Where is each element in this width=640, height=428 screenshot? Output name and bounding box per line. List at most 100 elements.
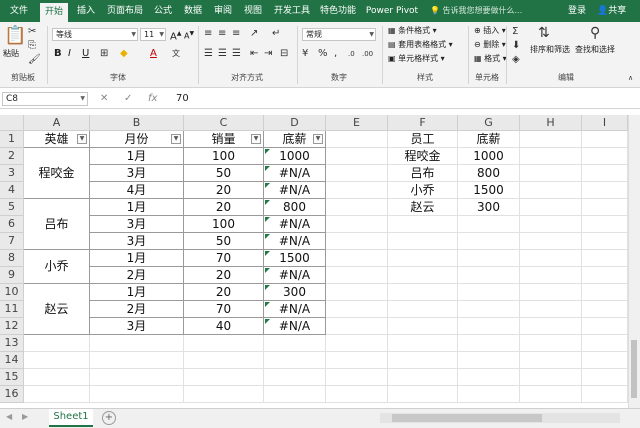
- tab-data[interactable]: 数据: [180, 0, 206, 22]
- orientation-icon[interactable]: ↗: [250, 28, 258, 40]
- row-header-14[interactable]: 14: [0, 352, 24, 369]
- cell[interactable]: [582, 216, 628, 233]
- cell[interactable]: [458, 301, 520, 318]
- cell[interactable]: [458, 352, 520, 369]
- cell[interactable]: [326, 386, 388, 403]
- cancel-icon[interactable]: ✕: [100, 92, 108, 106]
- month-cell[interactable]: 1月: [90, 148, 184, 165]
- find-select-button[interactable]: 查找和选择: [575, 44, 615, 56]
- row-header-3[interactable]: 3: [0, 165, 24, 182]
- month-cell[interactable]: 3月: [90, 216, 184, 233]
- salary-cell[interactable]: #N/A: [264, 267, 326, 284]
- decrease-decimal-icon[interactable]: .00: [362, 48, 373, 60]
- cell[interactable]: [458, 233, 520, 250]
- column-header-D[interactable]: D: [264, 115, 326, 131]
- shrink-font-button[interactable]: A▼: [184, 28, 194, 43]
- month-cell[interactable]: 1月: [90, 199, 184, 216]
- salary-cell[interactable]: 1000: [264, 148, 326, 165]
- sales-cell[interactable]: 50: [184, 165, 264, 182]
- cell[interactable]: [326, 216, 388, 233]
- cell[interactable]: [520, 301, 582, 318]
- cell[interactable]: [90, 386, 184, 403]
- column-header-I[interactable]: I: [582, 115, 628, 131]
- comma-style-icon[interactable]: ,: [334, 48, 337, 60]
- column-header-F[interactable]: F: [388, 115, 458, 131]
- month-cell[interactable]: 1月: [90, 284, 184, 301]
- row-header-13[interactable]: 13: [0, 335, 24, 352]
- autosum-icon[interactable]: Σ: [512, 26, 518, 38]
- cell[interactable]: [520, 148, 582, 165]
- tab-special-features[interactable]: 特色功能: [318, 0, 358, 22]
- cell[interactable]: [326, 284, 388, 301]
- row-header-7[interactable]: 7: [0, 233, 24, 250]
- cell[interactable]: [24, 352, 90, 369]
- cell[interactable]: [184, 352, 264, 369]
- percent-icon[interactable]: %: [318, 48, 328, 60]
- lookup-name-cell[interactable]: 吕布: [388, 165, 458, 182]
- delete-cells-button[interactable]: ⊖ 删除 ▾: [474, 39, 506, 51]
- align-center-icon[interactable]: ☰: [218, 48, 227, 60]
- cell[interactable]: [388, 369, 458, 386]
- cut-icon[interactable]: ✂: [28, 26, 36, 38]
- column-header-H[interactable]: H: [520, 115, 582, 131]
- cell[interactable]: [326, 148, 388, 165]
- row-header-8[interactable]: 8: [0, 250, 24, 267]
- lookup-salary-cell[interactable]: 800: [458, 165, 520, 182]
- lookup-name-cell[interactable]: 赵云: [388, 199, 458, 216]
- hero-name-cell[interactable]: 小乔: [24, 250, 90, 284]
- salary-cell[interactable]: #N/A: [264, 165, 326, 182]
- cell[interactable]: [582, 148, 628, 165]
- conditional-format-button[interactable]: ▦ 条件格式 ▾: [388, 25, 437, 37]
- salary-cell[interactable]: #N/A: [264, 233, 326, 250]
- row-header-15[interactable]: 15: [0, 369, 24, 386]
- hero-name-cell[interactable]: 程咬金: [24, 148, 90, 199]
- vertical-scroll-thumb[interactable]: [631, 340, 637, 398]
- tab-page-layout[interactable]: 页面布局: [104, 0, 146, 22]
- salary-cell[interactable]: 800: [264, 199, 326, 216]
- align-left-icon[interactable]: ☰: [204, 48, 213, 60]
- font-name-select[interactable]: 等线 ▼: [52, 28, 138, 41]
- row-header-10[interactable]: 10: [0, 284, 24, 301]
- align-middle-icon[interactable]: ≡: [218, 28, 226, 40]
- cell[interactable]: [582, 386, 628, 403]
- cell[interactable]: [458, 318, 520, 335]
- cell[interactable]: [326, 301, 388, 318]
- cell[interactable]: [520, 165, 582, 182]
- cell[interactable]: [458, 216, 520, 233]
- cell[interactable]: [582, 165, 628, 182]
- column-header-G[interactable]: G: [458, 115, 520, 131]
- sort-filter-button[interactable]: 排序和筛选: [530, 44, 570, 56]
- add-sheet-button[interactable]: +: [102, 411, 116, 425]
- row-header-4[interactable]: 4: [0, 182, 24, 199]
- cell[interactable]: [458, 386, 520, 403]
- fill-color-icon[interactable]: ◆: [120, 48, 128, 60]
- sales-cell[interactable]: 20: [184, 267, 264, 284]
- salary-cell[interactable]: 300: [264, 284, 326, 301]
- month-cell[interactable]: 2月: [90, 267, 184, 284]
- filter-dropdown-icon[interactable]: ▼: [171, 134, 181, 144]
- salary-cell[interactable]: #N/A: [264, 318, 326, 335]
- cell[interactable]: [264, 352, 326, 369]
- cell[interactable]: [582, 284, 628, 301]
- cell[interactable]: [326, 318, 388, 335]
- merge-center-icon[interactable]: ⊟: [280, 48, 288, 60]
- cell[interactable]: [326, 352, 388, 369]
- login-link[interactable]: 登录: [568, 0, 586, 22]
- next-sheet-icon[interactable]: ▶: [22, 412, 28, 421]
- currency-icon[interactable]: ¥: [302, 48, 308, 60]
- tab-review[interactable]: 审阅: [210, 0, 236, 22]
- cell[interactable]: [458, 335, 520, 352]
- tab-insert[interactable]: 插入: [72, 0, 100, 22]
- tab-home[interactable]: 开始: [40, 3, 68, 22]
- lookup-salary-cell[interactable]: 1500: [458, 182, 520, 199]
- decrease-indent-icon[interactable]: ⇤: [250, 48, 258, 60]
- font-size-select[interactable]: 11 ▼: [140, 28, 166, 41]
- row-header-12[interactable]: 12: [0, 318, 24, 335]
- lookup-name-cell[interactable]: 小乔: [388, 182, 458, 199]
- paste-button[interactable]: 粘贴: [3, 48, 19, 60]
- cell[interactable]: [582, 318, 628, 335]
- cell[interactable]: [458, 267, 520, 284]
- sheet-tab-sheet1[interactable]: Sheet1: [49, 409, 93, 427]
- cell[interactable]: [326, 233, 388, 250]
- row-header-2[interactable]: 2: [0, 148, 24, 165]
